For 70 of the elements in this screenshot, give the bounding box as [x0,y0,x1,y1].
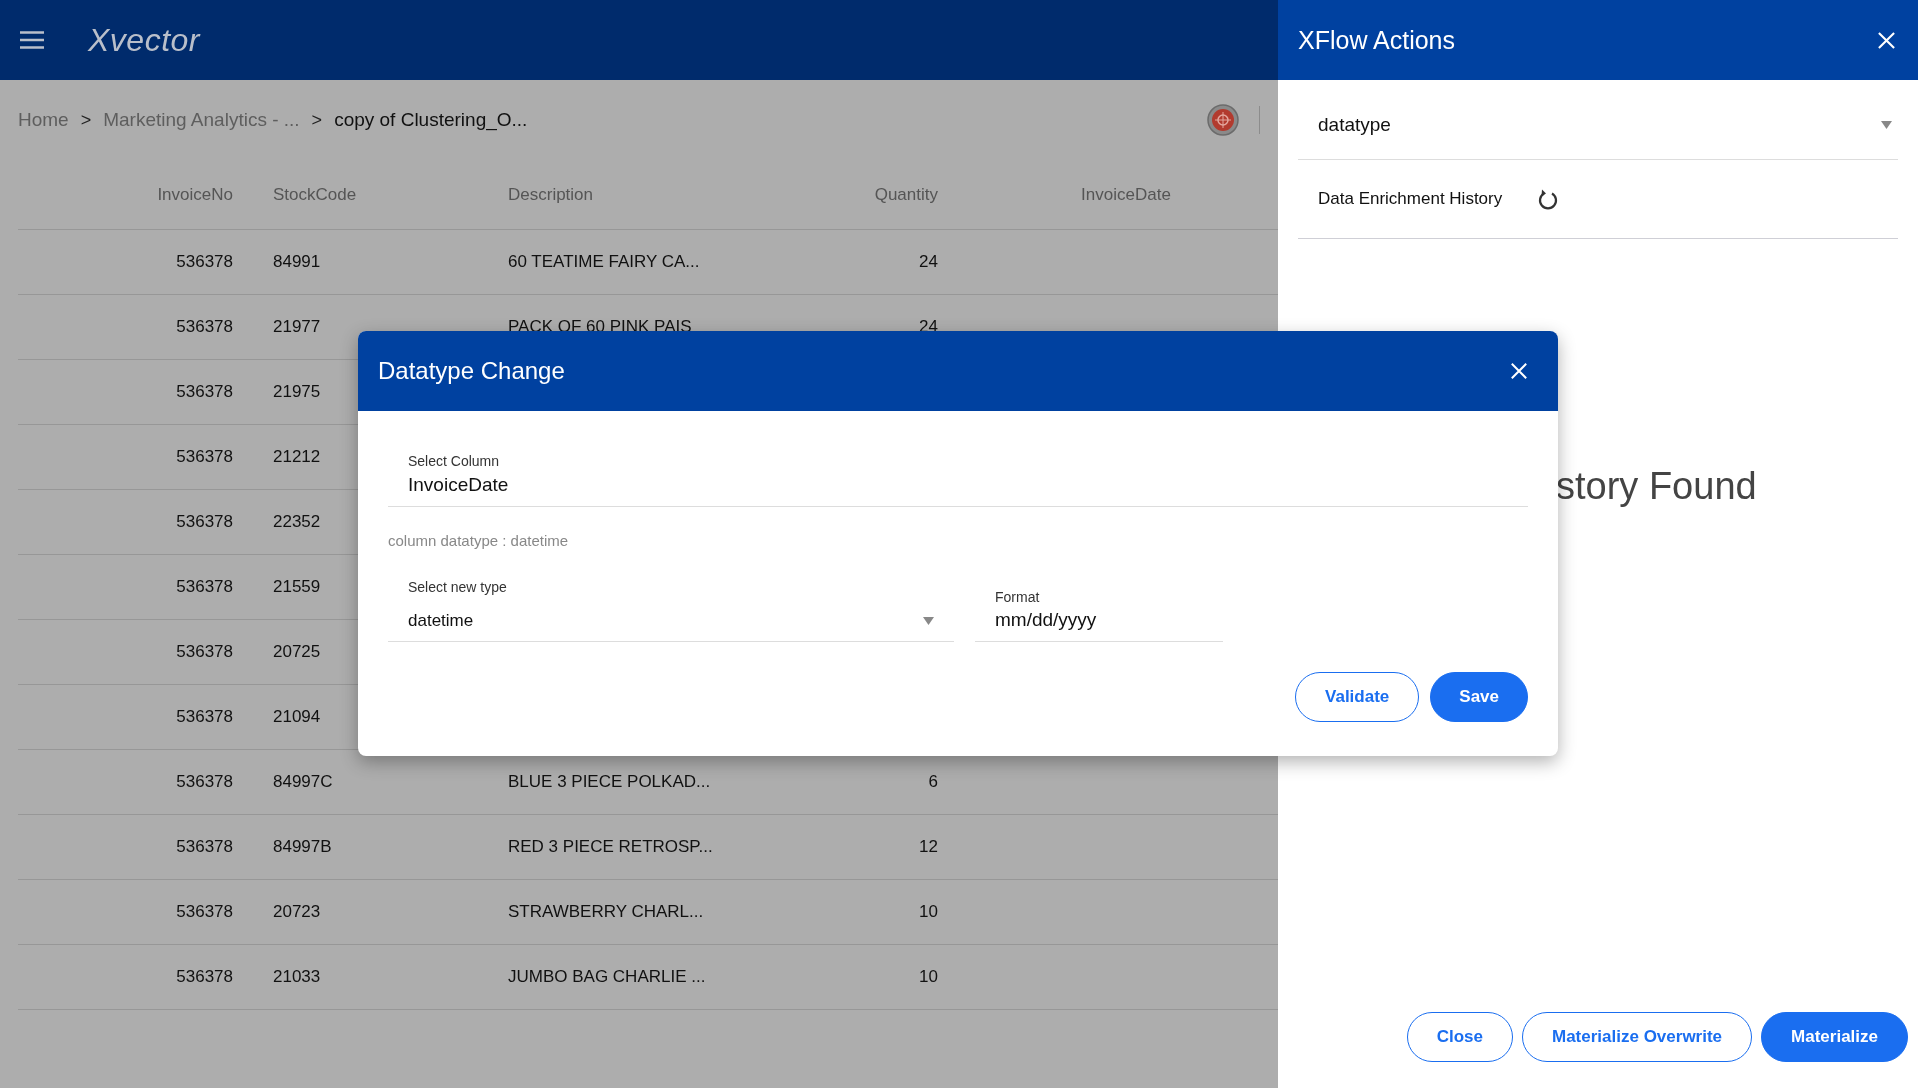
close-icon [1510,362,1528,380]
table-cell: 21094 [273,707,321,727]
table-cell: 84997B [273,837,332,857]
select-column-field[interactable]: Select Column InvoiceDate [388,411,1528,507]
breadcrumb-link[interactable]: Home [18,109,69,131]
table-cell: 20723 [273,902,321,922]
dropdown-caret-icon [1881,120,1892,129]
dialog-title: Datatype Change [378,357,565,385]
table-cell: STRAWBERRY CHARL... [508,902,704,922]
table-cell: 536378 [176,512,233,532]
logo: Xvector [88,21,200,59]
table-cell: 536378 [176,317,233,337]
table-cell: 84997C [273,772,333,792]
refresh-icon [1537,187,1560,211]
table-cell: 21212 [273,447,321,467]
history-label: Data Enrichment History [1318,189,1503,209]
table-cell: 20725 [273,642,321,662]
menu-icon [20,31,44,49]
table-cell: 536378 [176,447,233,467]
action-select[interactable]: datatype [1298,90,1898,160]
table-cell: 536378 [176,382,233,402]
table-cell: 60 TEATIME FAIRY CA... [508,252,700,272]
table-cell: 22352 [273,512,321,532]
breadcrumb-link[interactable]: Marketing Analytics - ... [103,109,300,131]
column-header[interactable]: Description [508,184,594,205]
table-cell: 6 [928,772,938,792]
close-button[interactable] [1877,30,1896,50]
menu-button[interactable] [20,31,44,49]
format-field[interactable]: Format mm/dd/yyyy [975,589,1223,642]
hint-text: column datatype : datetime [388,532,570,549]
dropdown-caret-icon [923,617,934,625]
avatar-icon[interactable] [1207,104,1239,136]
table-cell: JUMBO BAG CHARLIE ... [508,967,706,987]
table-cell: 536378 [176,772,233,792]
table-cell: 536378 [176,577,233,597]
column-header[interactable]: InvoiceDate [1081,184,1171,205]
column-header[interactable]: Quantity [874,184,938,205]
table-cell: RED 3 PIECE RETROSP... [508,837,713,857]
table-cell: 536378 [176,642,233,662]
table-cell: 21559 [273,577,321,597]
breadcrumb-separator: > [80,109,92,131]
panel-button[interactable]: Materialize [1761,1012,1908,1062]
refresh-button[interactable] [1537,187,1560,211]
table-cell: 10 [919,967,938,987]
table-cell: 21977 [273,317,321,337]
table-cell: 84991 [273,252,321,272]
close-icon [1877,30,1896,50]
table-cell: 24 [919,252,938,272]
panel-button[interactable]: Materialize Overwrite [1522,1012,1753,1062]
dialog-button[interactable]: Validate [1295,672,1420,722]
table-cell: 536378 [176,902,233,922]
table-cell: 536378 [176,837,233,857]
column-header[interactable]: InvoiceNo [157,184,233,205]
breadcrumb-separator: > [311,109,323,131]
table-cell: 12 [919,837,938,857]
panel-button[interactable]: Close [1406,1012,1513,1062]
type-select[interactable]: Select new type datetime [388,579,954,642]
table-cell: 21033 [273,967,321,987]
table-cell: BLUE 3 PIECE POLKAD... [508,772,711,792]
close-button[interactable] [1510,362,1528,380]
dialog-button[interactable]: Save [1430,672,1528,722]
column-header[interactable]: StockCode [273,184,357,205]
table-cell: 21975 [273,382,321,402]
breadcrumb-link[interactable]: copy of Clustering_O... [334,109,528,131]
table-cell: 536378 [176,967,233,987]
table-cell: 536378 [176,252,233,272]
panel-title: XFlow Actions [1298,25,1455,55]
table-cell: 536378 [176,707,233,727]
empty-message: story Found [1555,465,1758,508]
table-cell: 10 [919,902,938,922]
